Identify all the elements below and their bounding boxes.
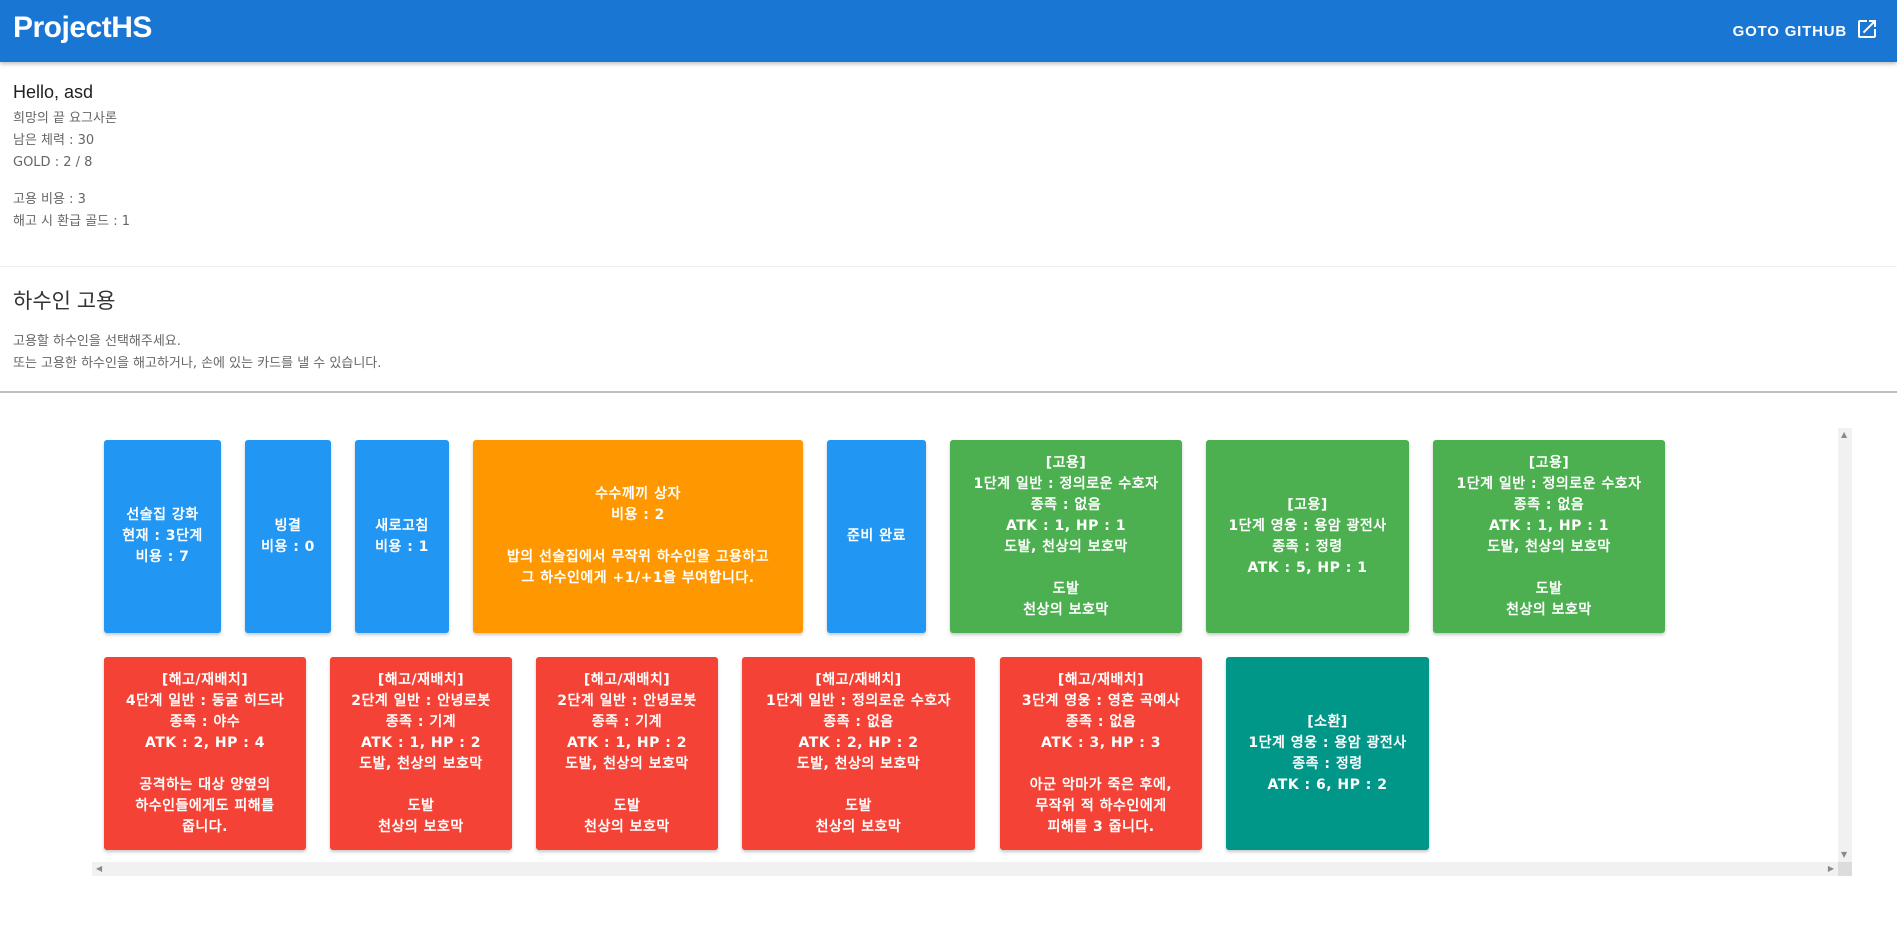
tavern-upgrade-button[interactable]: 선술집 강화 현재 : 3단계 비용 : 7 xyxy=(104,440,221,633)
card-text: 선술집 강화 현재 : 3단계 비용 : 7 xyxy=(122,507,203,565)
card-text: [해고/재배치] 1단계 일반 : 정의로운 수호자 종족 : 없음 ATK :… xyxy=(765,671,951,835)
divider xyxy=(0,266,1897,267)
card-text: [해고/재배치] 3단계 영웅 : 영혼 곡예사 종족 : 없음 ATK : 3… xyxy=(1021,671,1181,835)
app-bar: ProjectHS GOTO GITHUB xyxy=(0,0,1897,62)
card-text: 빙결 비용 : 0 xyxy=(261,517,315,555)
hero-name: 희망의 끝 요그사론 xyxy=(13,111,117,126)
card-text: [소환] 1단계 영웅 : 용암 광전사 종족 : 정령 ATK : 6, HP… xyxy=(1248,713,1407,793)
sell-minion-card[interactable]: [해고/재배치] 1단계 일반 : 정의로운 수호자 종족 : 없음 ATK :… xyxy=(742,657,975,850)
sell-minion-card[interactable]: [해고/재배치] 3단계 영웅 : 영혼 곡예사 종족 : 없음 ATK : 3… xyxy=(1000,657,1202,850)
hire-minion-card[interactable]: [고용] 1단계 일반 : 정의로운 수호자 종족 : 없음 ATK : 1, … xyxy=(950,440,1182,633)
vertical-scrollbar[interactable]: ▲ ▼ xyxy=(1838,428,1852,862)
summon-card[interactable]: [소환] 1단계 영웅 : 용암 광전사 종족 : 정령 ATK : 6, HP… xyxy=(1226,657,1429,850)
ready-button[interactable]: 준비 완료 xyxy=(827,440,926,633)
goto-github-button[interactable]: GOTO GITHUB xyxy=(1733,16,1879,46)
scroll-down-icon[interactable]: ▼ xyxy=(1841,851,1847,859)
card-description: 밥의 선술집에서 무작위 하수인을 고용하고 그 하수인에게 +1/+1을 부여… xyxy=(506,549,770,586)
hire-minion-card[interactable]: [고용] 1단계 일반 : 정의로운 수호자 종족 : 없음 ATK : 1, … xyxy=(1433,440,1665,633)
horizontal-scrollbar[interactable]: ◀ ▶ xyxy=(92,862,1838,876)
scrollbar-corner xyxy=(1838,862,1852,876)
freeze-button[interactable]: 빙결 비용 : 0 xyxy=(245,440,331,633)
gold-amount: GOLD : 2 / 8 xyxy=(13,155,93,170)
app-title[interactable]: ProjectHS xyxy=(13,11,152,45)
card-text: 준비 완료 xyxy=(847,528,906,544)
greeting: Hello, asd xyxy=(13,82,94,102)
card-text: [해고/재배치] 2단계 일반 : 안녕로봇 종족 : 기계 ATK : 1, … xyxy=(557,671,697,835)
divider xyxy=(0,391,1897,393)
refresh-button[interactable]: 새로고침 비용 : 1 xyxy=(355,440,449,633)
card-text: [고용] 1단계 일반 : 정의로운 수호자 종족 : 없음 ATK : 1, … xyxy=(973,454,1159,618)
sell-minion-card[interactable]: [해고/재배치] 4단계 일반 : 동굴 히드라 종족 : 야수 ATK : 2… xyxy=(104,657,306,850)
instructions: 고용할 하수인을 선택해주세요. 또는 고용한 하수인을 해고하거나, 손에 있… xyxy=(13,331,381,375)
card-text: 새로고침 비용 : 1 xyxy=(375,517,429,555)
open-in-new-icon xyxy=(1855,17,1879,45)
scroll-left-icon[interactable]: ◀ xyxy=(96,865,102,873)
player-info: Hello, asd 희망의 끝 요그사론 남은 체력 : 30 GOLD : … xyxy=(13,82,130,233)
remaining-health: 남은 체력 : 30 xyxy=(13,133,95,148)
card-text: [해고/재배치] 4단계 일반 : 동굴 히드라 종족 : 야수 ATK : 2… xyxy=(125,671,285,835)
sell-minion-card[interactable]: [해고/재배치] 2단계 일반 : 안녕로봇 종족 : 기계 ATK : 1, … xyxy=(536,657,718,850)
card-text: [고용] 1단계 일반 : 정의로운 수호자 종족 : 없음 ATK : 1, … xyxy=(1456,454,1642,618)
instruction-line: 고용할 하수인을 선택해주세요. xyxy=(13,334,181,349)
scroll-right-icon[interactable]: ▶ xyxy=(1828,865,1834,873)
goto-github-label: GOTO GITHUB xyxy=(1732,22,1847,40)
sell-minion-card[interactable]: [해고/재배치] 2단계 일반 : 안녕로봇 종족 : 기계 ATK : 1, … xyxy=(330,657,512,850)
section-title: 하수인 고용 xyxy=(13,290,116,313)
hire-cost: 고용 비용 : 3 xyxy=(13,192,86,207)
instruction-line: 또는 고용한 하수인을 해고하거나, 손에 있는 카드를 낼 수 있습니다. xyxy=(13,356,382,371)
card-text: [고용] 1단계 영웅 : 용암 광전사 종족 : 정령 ATK : 5, HP… xyxy=(1228,496,1387,576)
card-text: [해고/재배치] 2단계 일반 : 안녕로봇 종족 : 기계 ATK : 1, … xyxy=(351,671,491,835)
scroll-up-icon[interactable]: ▲ xyxy=(1841,431,1847,439)
card-area: 선술집 강화 현재 : 3단계 비용 : 7 빙결 비용 : 0 새로고침 비용… xyxy=(92,428,1852,878)
refund-gold: 해고 시 환급 골드 : 1 xyxy=(13,214,131,229)
spell-card[interactable]: 수수께끼 상자 비용 : 2 밥의 선술집에서 무작위 하수인을 고용하고 그 … xyxy=(473,440,803,633)
card-title: 수수께끼 상자 비용 : 2 xyxy=(595,486,681,523)
hire-minion-card[interactable]: [고용] 1단계 영웅 : 용암 광전사 종족 : 정령 ATK : 5, HP… xyxy=(1206,440,1409,633)
